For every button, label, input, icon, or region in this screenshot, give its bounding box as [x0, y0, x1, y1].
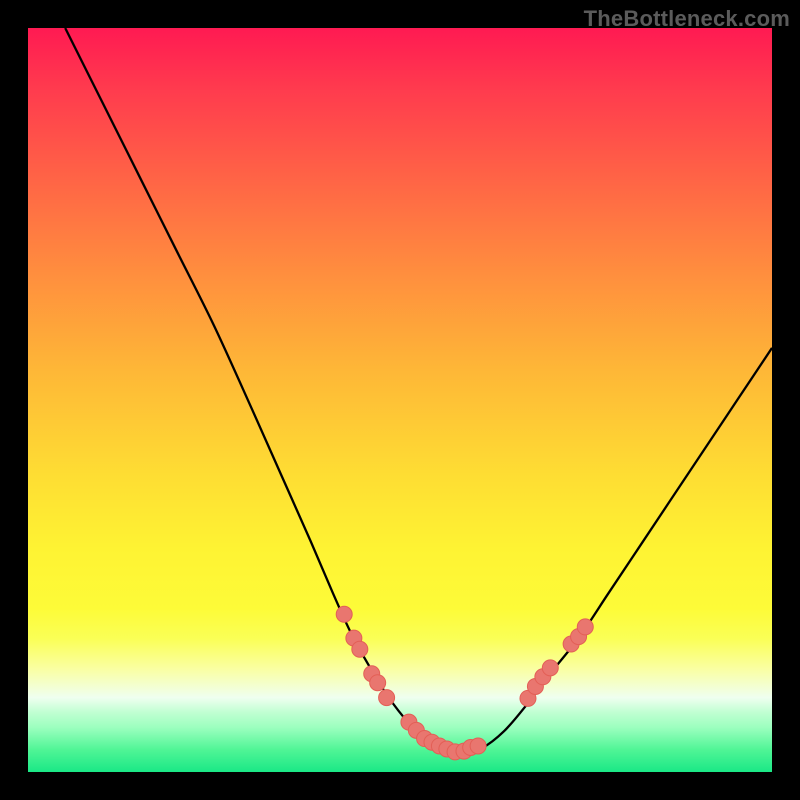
- data-marker: [577, 619, 593, 635]
- data-marker: [379, 690, 395, 706]
- data-marker: [352, 641, 368, 657]
- data-marker: [470, 738, 486, 754]
- data-marker: [370, 675, 386, 691]
- data-markers: [336, 606, 593, 760]
- bottleneck-curve: [65, 28, 772, 753]
- chart-frame: TheBottleneck.com: [0, 0, 800, 800]
- watermark: TheBottleneck.com: [584, 6, 790, 32]
- chart-svg: [28, 28, 772, 772]
- data-marker: [542, 660, 558, 676]
- data-marker: [336, 606, 352, 622]
- plot-area: [28, 28, 772, 772]
